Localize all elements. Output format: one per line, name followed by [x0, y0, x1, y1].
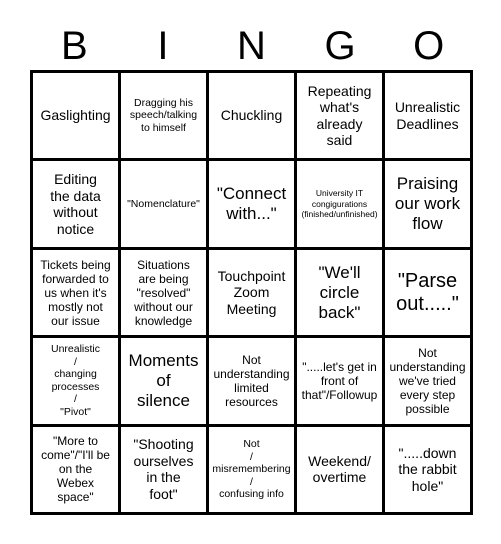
bingo-cell-g5[interactable]: Weekend/ overtime: [297, 426, 385, 516]
bingo-header: B I N G O: [30, 22, 473, 70]
bingo-row-5: "More to come"/"I'll be on the Webex spa…: [33, 426, 473, 516]
bingo-cell-text: Weekend/ overtime: [308, 452, 371, 486]
bingo-grid: Gaslighting Dragging his speech/talking …: [30, 70, 473, 516]
bingo-row-3: Tickets being forwarded to us when it's …: [33, 249, 473, 339]
bingo-header-letter-b: B: [60, 24, 88, 68]
bingo-header-letter-o: O: [413, 24, 445, 68]
bingo-cell-g3[interactable]: "We'll circle back": [297, 249, 385, 339]
bingo-cell-b4[interactable]: Unrealistic / changing processes / "Pivo…: [33, 338, 121, 427]
bingo-cell-n3[interactable]: Touchpoint Zoom Meeting: [209, 249, 297, 339]
bingo-cell-i5[interactable]: "Shooting ourselves in the foot": [121, 426, 209, 516]
bingo-cell-g4[interactable]: ".....let's get in front of that"/Follow…: [297, 338, 385, 427]
bingo-cell-text: ".....down the rabbit hole": [398, 444, 457, 494]
bingo-header-letter-g: G: [324, 24, 356, 68]
bingo-cell-text: Chuckling: [220, 107, 283, 124]
bingo-cell-i3[interactable]: Situations are being "resolved" without …: [121, 249, 209, 339]
bingo-cell-i4[interactable]: Moments of silence: [121, 338, 209, 427]
bingo-cell-n4[interactable]: Not understanding limited resources: [209, 338, 297, 427]
bingo-cell-b2[interactable]: Editing the data without notice: [33, 161, 121, 250]
bingo-cell-text: Repeating what's already said: [307, 82, 372, 149]
bingo-cell-text: Tickets being forwarded to us when it's …: [40, 257, 111, 328]
bingo-cell-n1[interactable]: Chuckling: [209, 73, 297, 162]
bingo-cell-n5[interactable]: Not / misremembering / confusing info: [209, 426, 297, 516]
bingo-cell-text: University IT congigurations (finished/u…: [301, 188, 378, 220]
bingo-cell-text: "Connect with...": [216, 184, 287, 224]
bingo-card: B I N G O Gaslighting Dragging his speec…: [0, 0, 501, 544]
bingo-cell-text: Praising our work flow: [394, 174, 461, 234]
bingo-cell-text: Not understanding we've tried every step…: [389, 345, 466, 416]
bingo-cell-text: Gaslighting: [40, 107, 111, 124]
bingo-row-1: Gaslighting Dragging his speech/talking …: [33, 73, 473, 162]
bingo-row-4: Unrealistic / changing processes / "Pivo…: [33, 338, 473, 427]
bingo-cell-b3[interactable]: Tickets being forwarded to us when it's …: [33, 249, 121, 339]
bingo-cell-b5[interactable]: "More to come"/"I'll be on the Webex spa…: [33, 426, 121, 516]
bingo-cell-o2[interactable]: Praising our work flow: [385, 161, 473, 250]
bingo-cell-text: "Shooting ourselves in the foot": [133, 436, 194, 502]
bingo-cell-g2[interactable]: University IT congigurations (finished/u…: [297, 161, 385, 250]
bingo-header-letter-n: N: [237, 24, 266, 68]
bingo-cell-i2[interactable]: "Nomenclature": [121, 161, 209, 250]
bingo-cell-text: Situations are being "resolved" without …: [134, 257, 193, 328]
bingo-cell-text: Moments of silence: [128, 350, 199, 410]
bingo-cell-text: "Nomenclature": [127, 197, 200, 210]
bingo-cell-text: Not / misremembering / confusing info: [212, 438, 291, 501]
bingo-cell-o3[interactable]: "Parse out.....": [385, 249, 473, 339]
bingo-cell-text: "More to come"/"I'll be on the Webex spa…: [41, 434, 110, 505]
bingo-cell-text: Unrealistic Deadlines: [394, 99, 461, 132]
bingo-cell-text: Unrealistic / changing processes / "Pivo…: [50, 343, 100, 418]
bingo-cell-b1[interactable]: Gaslighting: [33, 73, 121, 162]
bingo-cell-text: Touchpoint Zoom Meeting: [217, 267, 286, 317]
bingo-cell-i1[interactable]: Dragging his speech/talking to himself: [121, 73, 209, 162]
bingo-cell-n2[interactable]: "Connect with...": [209, 161, 297, 250]
bingo-cell-text: "We'll circle back": [318, 262, 361, 322]
bingo-cell-text: ".....let's get in front of that"/Follow…: [301, 359, 378, 402]
bingo-cell-o4[interactable]: Not understanding we've tried every step…: [385, 338, 473, 427]
bingo-cell-text: Editing the data without notice: [50, 171, 101, 237]
bingo-cell-g1[interactable]: Repeating what's already said: [297, 73, 385, 162]
bingo-cell-text: Dragging his speech/talking to himself: [129, 96, 198, 134]
bingo-row-2: Editing the data without notice "Nomencl…: [33, 161, 473, 250]
bingo-header-letter-i: I: [157, 24, 169, 68]
bingo-cell-o1[interactable]: Unrealistic Deadlines: [385, 73, 473, 162]
bingo-cell-text: Not understanding limited resources: [213, 352, 290, 409]
bingo-cell-o5[interactable]: ".....down the rabbit hole": [385, 426, 473, 516]
bingo-cell-text: "Parse out.....": [396, 269, 459, 315]
